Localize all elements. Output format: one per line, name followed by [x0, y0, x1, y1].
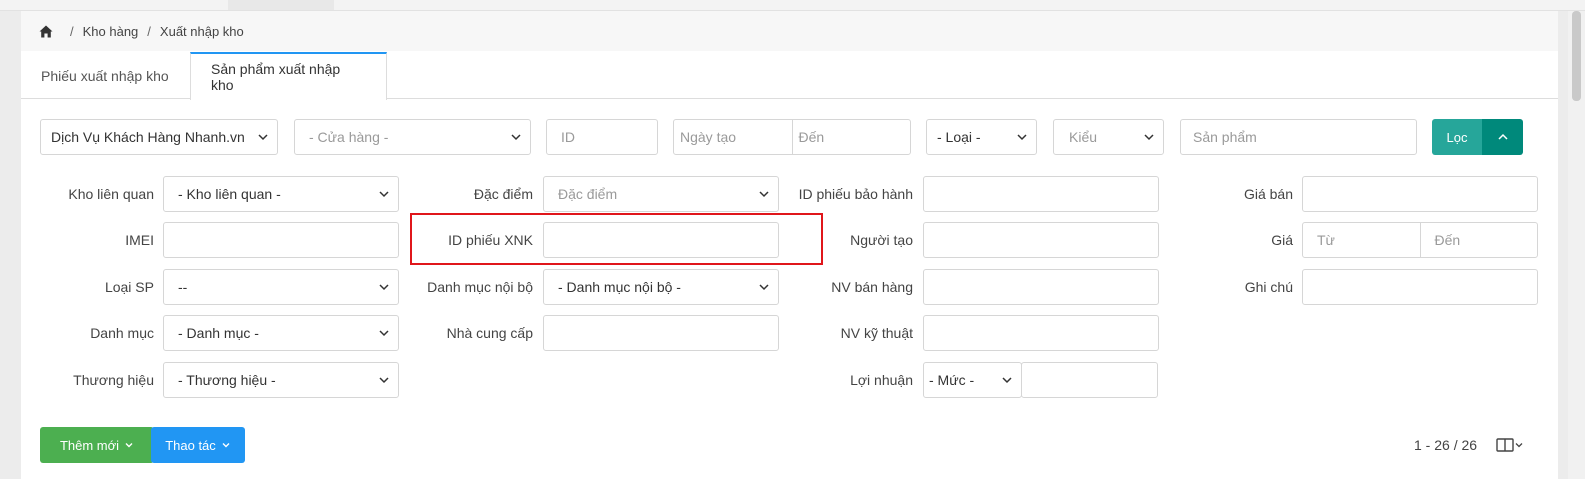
store-group-select[interactable]: Dịch Vụ Khách Hàng Nhanh.vn	[40, 119, 278, 155]
home-icon[interactable]	[39, 24, 53, 38]
imei-label: IMEI	[125, 232, 154, 248]
chevron-up-icon	[1497, 133, 1508, 140]
chevron-down-icon	[1002, 377, 1012, 384]
product-type-select[interactable]: --	[163, 269, 399, 305]
pagination-range: 1 - 26 / 26	[1414, 437, 1478, 453]
chevron-down-icon	[222, 443, 230, 448]
profit-level-select[interactable]: - Mức -	[923, 362, 1022, 398]
internal-category-value: - Danh mục nội bộ -	[558, 279, 681, 295]
collapse-filter-button[interactable]	[1482, 119, 1523, 155]
scrollbar-thumb[interactable]	[1572, 11, 1581, 101]
sale-price-input[interactable]	[1302, 176, 1538, 212]
tech-staff-input[interactable]	[923, 315, 1159, 351]
brand-select[interactable]: - Thương hiệu -	[163, 362, 399, 398]
id-input[interactable]: ID	[546, 119, 658, 155]
feature-select[interactable]: Đặc điểm	[543, 176, 779, 212]
browser-tab-hint	[228, 0, 334, 10]
chevron-down-icon	[1144, 134, 1154, 141]
vertical-scrollbar[interactable]	[1568, 11, 1585, 479]
breadcrumb-separator: /	[147, 23, 151, 39]
operations-button[interactable]: Thao tác	[151, 427, 245, 463]
creator-input[interactable]	[923, 222, 1159, 258]
type-value: - Loại -	[937, 129, 981, 145]
chevron-down-icon	[1017, 134, 1027, 141]
warranty-id-input[interactable]	[923, 176, 1159, 212]
price-label: Giá	[1271, 232, 1293, 248]
filter-button[interactable]: Lọc	[1432, 119, 1482, 155]
profit-label: Lợi nhuận	[850, 372, 913, 388]
note-label: Ghi chú	[1244, 279, 1293, 295]
add-new-label: Thêm mới	[59, 437, 120, 453]
tab-import-export-products[interactable]: Sản phẩm xuất nhập kho	[190, 52, 387, 100]
internal-category-select[interactable]: - Danh mục nội bộ -	[543, 269, 779, 305]
price-range: Từ Đến	[1302, 222, 1538, 258]
related-warehouse-select[interactable]: - Kho liên quan -	[163, 176, 399, 212]
tab-import-export-slips[interactable]: Phiếu xuất nhập kho	[21, 52, 190, 99]
add-new-button[interactable]: Thêm mới	[40, 427, 154, 463]
product-type-value: --	[178, 279, 188, 295]
date-from-input[interactable]: Ngày tạo	[674, 120, 792, 154]
breadcrumb-item-import-export[interactable]: Xuất nhập kho	[160, 24, 244, 39]
tab-bar: Phiếu xuất nhập kho Sản phẩm xuất nhập k…	[21, 52, 1558, 100]
brand-label: Thương hiệu	[73, 372, 154, 388]
internal-category-label: Danh mục nội bộ	[427, 279, 533, 295]
sale-price-label: Giá bán	[1243, 186, 1293, 202]
operations-label: Thao tác	[165, 437, 216, 453]
related-warehouse-label: Kho liên quan	[68, 186, 154, 202]
category-value: - Danh mục -	[178, 325, 259, 341]
warranty-id-label: ID phiếu bảo hành	[798, 186, 913, 202]
chevron-down-icon	[125, 443, 133, 448]
top-strip	[0, 0, 1585, 11]
chevron-down-icon	[379, 284, 389, 291]
profit-level-value: - Mức -	[929, 372, 975, 388]
price-to-input[interactable]: Đến	[1419, 223, 1538, 257]
product-type-label: Loại SP	[104, 279, 154, 295]
breadcrumb-separator: /	[70, 23, 74, 39]
chevron-down-icon	[379, 377, 389, 384]
feature-label: Đặc điểm	[473, 186, 533, 202]
sales-staff-input[interactable]	[923, 269, 1159, 305]
date-to-input[interactable]: Đến	[791, 120, 911, 154]
chevron-down-icon	[258, 134, 268, 141]
store-group-value: Dịch Vụ Khách Hàng Nhanh.vn	[51, 129, 245, 145]
chevron-down-icon	[379, 330, 389, 337]
category-select[interactable]: - Danh mục -	[163, 315, 399, 351]
feature-placeholder: Đặc điểm	[558, 186, 618, 202]
breadcrumb: / Kho hàng / Xuất nhập kho	[21, 11, 1558, 51]
sales-staff-label: NV bán hàng	[831, 279, 913, 295]
supplier-label: Nhà cung cấp	[446, 325, 533, 341]
store-value: - Cửa hàng -	[309, 129, 389, 145]
created-date-range: Ngày tạo Đến	[673, 119, 911, 155]
kind-select[interactable]: Kiểu	[1053, 119, 1164, 155]
columns-icon	[1496, 438, 1514, 452]
price-from-input[interactable]: Từ	[1303, 223, 1420, 257]
chevron-down-icon	[511, 134, 521, 141]
chevron-down-icon	[379, 191, 389, 198]
type-select[interactable]: - Loại -	[926, 119, 1037, 155]
related-warehouse-value: - Kho liên quan -	[178, 186, 281, 202]
note-input[interactable]	[1302, 269, 1538, 305]
highlight-box	[410, 213, 823, 265]
category-label: Danh mục	[90, 325, 154, 341]
profit-value-input[interactable]	[1021, 362, 1158, 398]
filter-button-group: Lọc	[1432, 119, 1523, 155]
chevron-down-icon	[1515, 443, 1523, 448]
imei-input[interactable]	[163, 222, 399, 258]
chevron-down-icon	[759, 284, 769, 291]
column-toggle-button[interactable]	[1496, 436, 1528, 454]
supplier-input[interactable]	[543, 315, 779, 351]
brand-value: - Thương hiệu -	[178, 372, 276, 388]
product-input[interactable]: Sản phẩm	[1180, 119, 1417, 155]
breadcrumb-item-warehouse[interactable]: Kho hàng	[83, 24, 139, 39]
chevron-down-icon	[759, 191, 769, 198]
main-panel: / Kho hàng / Xuất nhập kho Phiếu xuất nh…	[21, 11, 1558, 479]
kind-value: Kiểu	[1069, 129, 1098, 145]
store-select[interactable]: - Cửa hàng -	[294, 119, 531, 155]
tech-staff-label: NV kỹ thuật	[840, 325, 913, 341]
